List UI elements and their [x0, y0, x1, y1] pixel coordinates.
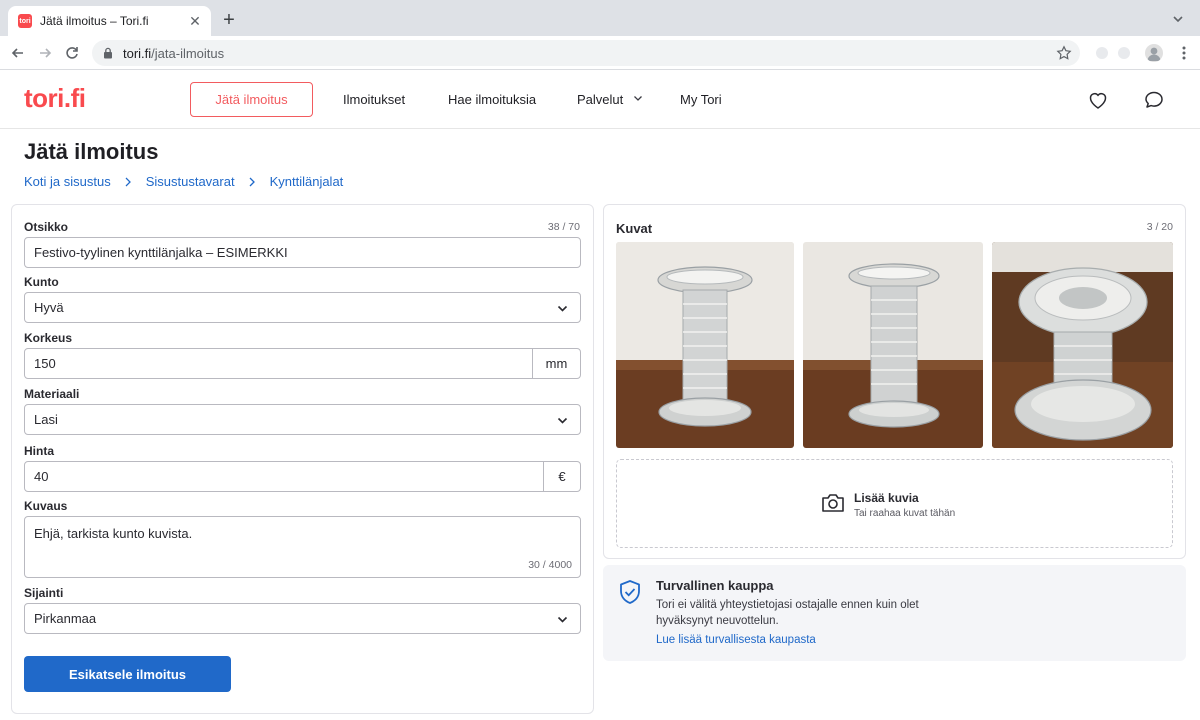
- post-ad-button[interactable]: Jätä ilmoitus: [190, 82, 313, 117]
- browser-tabstrip: tori Jätä ilmoitus – Tori.fi ✕ +: [0, 0, 1200, 36]
- nav-hae-ilmoituksia[interactable]: Hae ilmoituksia: [448, 92, 536, 107]
- new-tab-icon[interactable]: +: [219, 10, 239, 30]
- location-select[interactable]: Pirkanmaa: [24, 603, 581, 634]
- description-value: Ehjä, tarkista kunto kuvista.: [34, 526, 193, 541]
- extension-icon[interactable]: [1096, 47, 1108, 59]
- breadcrumb: Koti ja sisustus Sisustustavarat Kynttil…: [24, 174, 343, 189]
- title-label: Otsikko: [24, 220, 69, 234]
- images-counter: 3 / 20: [1146, 221, 1173, 233]
- breadcrumb-sisustustavarat[interactable]: Sisustustavarat: [146, 174, 235, 189]
- condition-select[interactable]: Hyvä: [24, 292, 581, 323]
- material-value: Lasi: [34, 412, 58, 427]
- height-label: Korkeus: [24, 331, 73, 345]
- url-text: tori.fi/jata-ilmoitus: [123, 45, 225, 61]
- close-tab-icon[interactable]: ✕: [187, 13, 203, 29]
- ad-form-card: Otsikko 38 / 70 Festivo-tyylinen kynttil…: [11, 204, 594, 714]
- add-photos-dropzone[interactable]: Lisää kuvia Tai raahaa kuvat tähän: [616, 459, 1173, 548]
- nav-ilmoitukset[interactable]: Ilmoitukset: [343, 92, 405, 107]
- chevron-right-icon: [125, 177, 131, 186]
- product-photo-3[interactable]: [992, 242, 1173, 448]
- description-textarea[interactable]: Ehjä, tarkista kunto kuvista. 30 / 4000: [24, 516, 581, 578]
- condition-label: Kunto: [24, 275, 59, 289]
- forward-arrow-icon[interactable]: [35, 43, 55, 63]
- safe-trade-title: Turvallinen kauppa: [656, 578, 774, 593]
- location-label: Sijainti: [24, 586, 64, 600]
- chevron-down-icon: [557, 305, 568, 312]
- page-title: Jätä ilmoitus: [24, 139, 159, 164]
- extension-icon[interactable]: [1118, 47, 1130, 59]
- images-title: Kuvat: [616, 221, 653, 236]
- price-unit: €: [543, 462, 580, 491]
- chat-bubble-icon[interactable]: [1143, 89, 1165, 111]
- product-photo-2[interactable]: [803, 242, 983, 448]
- safe-trade-link[interactable]: Lue lisää turvallisesta kaupasta: [656, 634, 816, 646]
- reload-icon[interactable]: [62, 43, 82, 63]
- back-arrow-icon[interactable]: [8, 43, 28, 63]
- chevron-down-icon: [633, 96, 642, 101]
- preview-ad-button[interactable]: Esikatsele ilmoitus: [24, 656, 231, 692]
- nav-my-tori[interactable]: My Tori: [680, 92, 722, 107]
- price-input[interactable]: 40 €: [24, 461, 581, 492]
- price-label: Hinta: [24, 444, 54, 458]
- address-bar[interactable]: tori.fi/jata-ilmoitus: [92, 40, 1080, 66]
- title-char-counter: 38 / 70: [547, 221, 580, 233]
- chevron-down-icon: [557, 616, 568, 623]
- condition-value: Hyvä: [34, 300, 64, 315]
- nav-palvelut[interactable]: Palvelut: [577, 92, 643, 107]
- description-char-counter: 30 / 4000: [528, 559, 572, 571]
- bookmark-star-icon[interactable]: [1056, 45, 1072, 61]
- shield-check-icon: [620, 580, 640, 604]
- height-unit: mm: [532, 349, 580, 378]
- tori-favicon-icon: tori: [18, 14, 32, 28]
- heart-icon[interactable]: [1087, 89, 1109, 111]
- location-value: Pirkanmaa: [34, 611, 97, 626]
- material-label: Materiaali: [24, 387, 80, 401]
- browser-tab[interactable]: tori Jätä ilmoitus – Tori.fi ✕: [8, 6, 211, 36]
- title-input[interactable]: Festivo-tyylinen kynttilänjalka – ESIMER…: [24, 237, 581, 268]
- material-select[interactable]: Lasi: [24, 404, 581, 435]
- tori-logo[interactable]: tori.fi: [24, 83, 86, 114]
- product-photo-1[interactable]: [616, 242, 794, 448]
- add-photos-subtitle: Tai raahaa kuvat tähän: [854, 508, 956, 519]
- chevron-right-icon: [249, 177, 255, 186]
- height-input[interactable]: 150 mm: [24, 348, 581, 379]
- lock-icon: [104, 47, 112, 59]
- profile-avatar-icon[interactable]: [1145, 44, 1163, 62]
- breadcrumb-koti-ja-sisustus[interactable]: Koti ja sisustus: [24, 174, 111, 189]
- safe-trade-box: Turvallinen kauppa Tori ei välitä yhteys…: [603, 565, 1186, 661]
- camera-icon: [822, 494, 844, 512]
- nav-palvelut-label: Palvelut: [577, 92, 624, 107]
- chevron-down-icon: [557, 417, 568, 424]
- browser-menu-icon[interactable]: [1176, 45, 1192, 61]
- price-value: 40: [34, 469, 49, 484]
- description-label: Kuvaus: [24, 499, 68, 513]
- breadcrumb-kynttilanjalat[interactable]: Kynttilänjalat: [270, 174, 344, 189]
- images-card: Kuvat 3 / 20 Lisää kuvia Tai raahaa kuva…: [603, 204, 1186, 559]
- browser-toolbar: tori.fi/jata-ilmoitus: [0, 36, 1200, 70]
- tab-title: Jätä ilmoitus – Tori.fi: [40, 14, 149, 28]
- height-value: 150: [34, 356, 56, 371]
- tab-search-chevron-icon[interactable]: [1170, 11, 1186, 27]
- add-photos-title: Lisää kuvia: [854, 491, 919, 505]
- safe-trade-text: Tori ei välitä yhteystietojasi ostajalle…: [656, 599, 919, 627]
- site-header: tori.fi Jätä ilmoitus Ilmoitukset Hae il…: [0, 71, 1200, 129]
